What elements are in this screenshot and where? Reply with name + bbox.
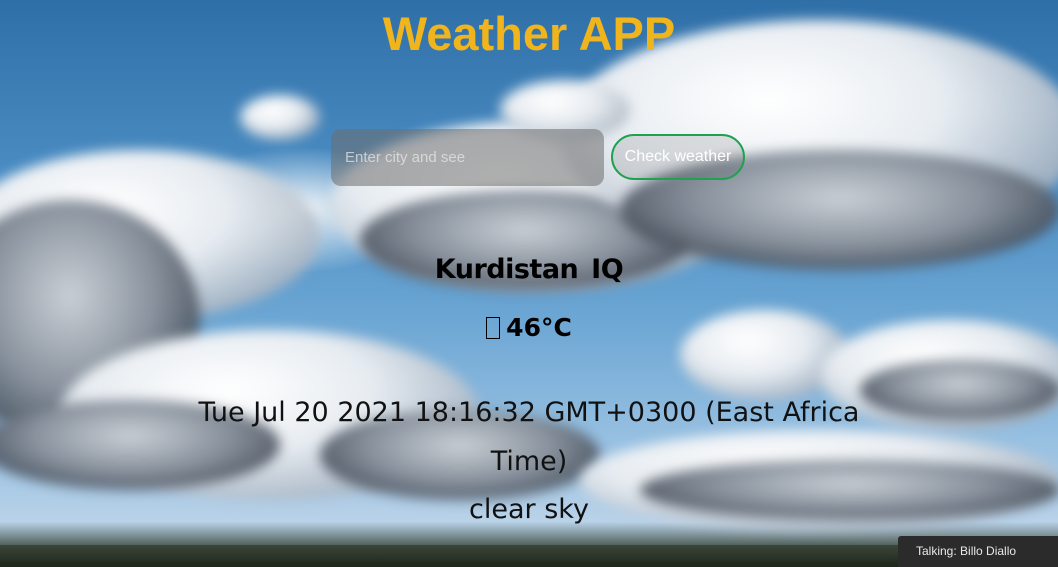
app-title: Weather APP <box>382 7 676 60</box>
weather-app: Weather APP Check weather Kurdistan IQ 4… <box>0 0 1058 567</box>
talking-indicator: Talking: Billo Diallo <box>898 536 1058 567</box>
temperature-display: 46°C <box>0 313 1058 342</box>
location-name: Kurdistan IQ <box>434 254 624 285</box>
date-time: Tue Jul 20 2021 18:16:32 GMT+0300 (East … <box>198 397 860 477</box>
weather-description: clear sky <box>469 494 589 525</box>
thermometer-icon <box>486 317 501 339</box>
temperature-value: 46°C <box>506 313 572 342</box>
search-form: Check weather <box>331 129 751 186</box>
check-weather-button[interactable]: Check weather <box>611 134 745 180</box>
city-search-input[interactable] <box>331 129 604 186</box>
